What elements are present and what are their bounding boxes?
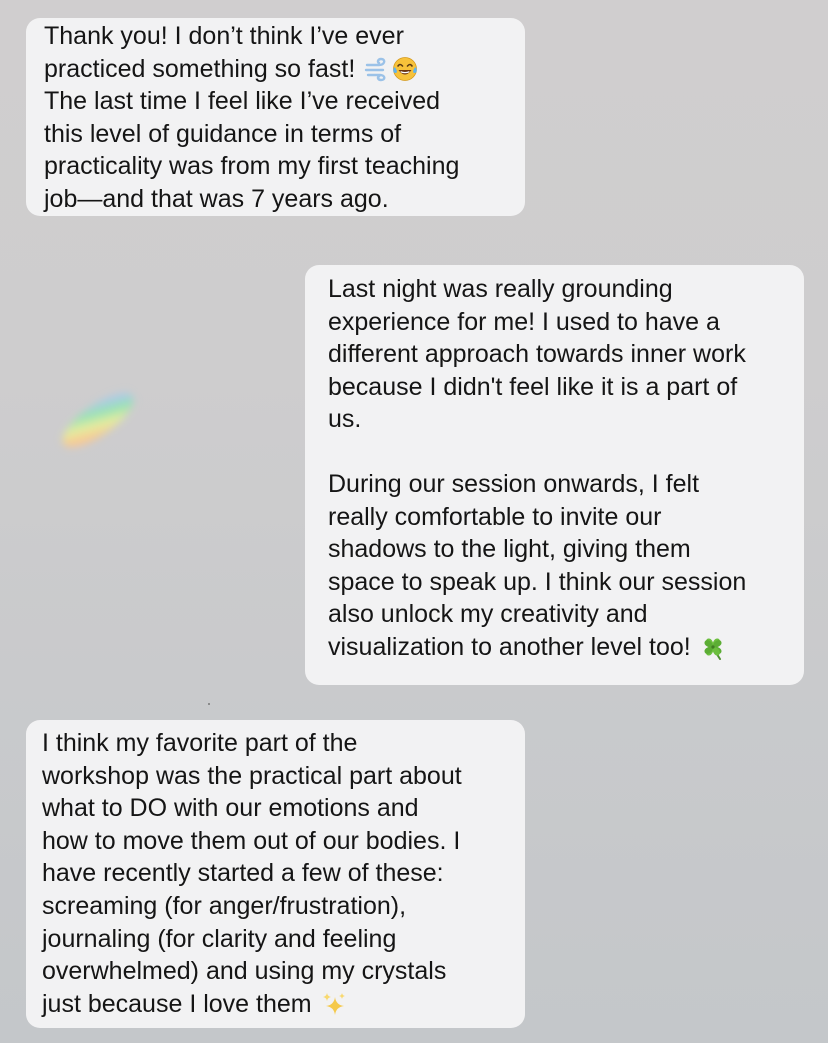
message-text-line-1: Thank you! I don’t think I’ve ever pract… (44, 20, 509, 85)
dash-icon (364, 56, 390, 82)
message-bubble-sent[interactable]: Last night was really grounding experien… (305, 265, 804, 685)
dust-speck (208, 703, 210, 705)
rainbow-light-reflection (62, 392, 134, 448)
message-bubble-received-2[interactable]: I think my favorite part of the workshop… (26, 720, 525, 1028)
message-paragraph-2: During our session onwards, I felt reall… (328, 469, 747, 661)
sparkles-icon (321, 991, 347, 1017)
message-text-line-2: The last time I feel like I’ve received … (44, 87, 460, 213)
message-paragraph: I think my favorite part of the workshop… (42, 729, 462, 1018)
tears-of-joy-icon (392, 56, 418, 82)
four-leaf-clover-icon (700, 634, 726, 660)
message-bubble-received-1[interactable]: Thank you! I don’t think I’ve ever pract… (26, 18, 525, 216)
message-paragraph-1: Last night was really grounding experien… (328, 275, 746, 434)
